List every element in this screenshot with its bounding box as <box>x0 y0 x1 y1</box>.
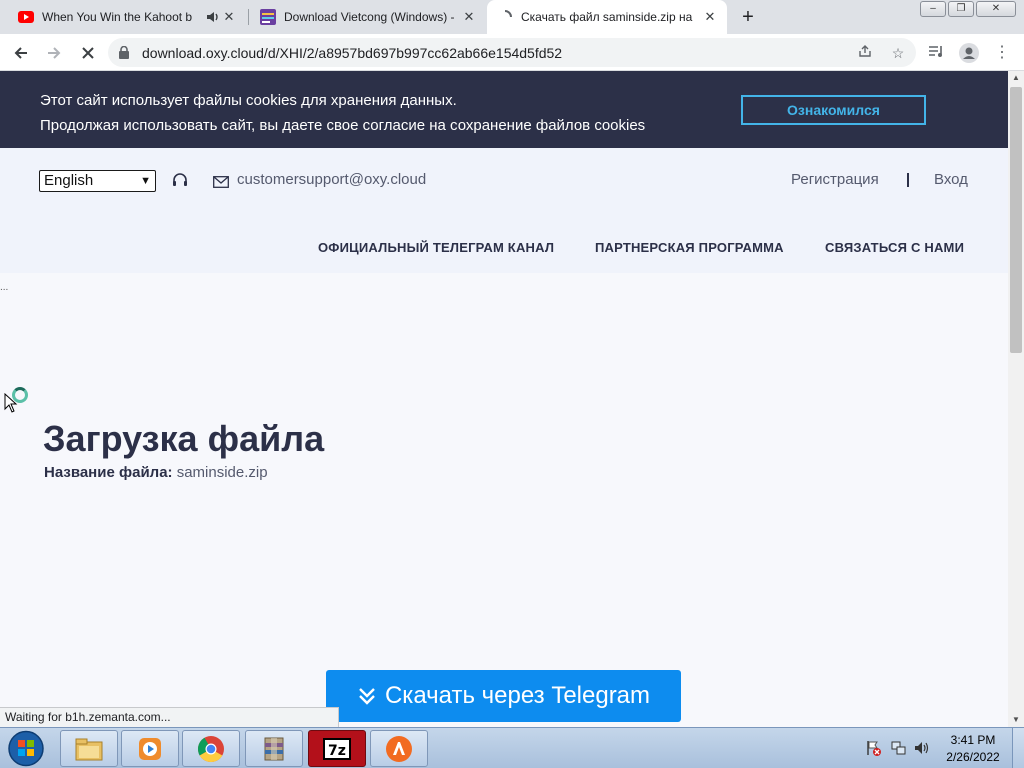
back-button[interactable] <box>9 41 33 65</box>
close-tab-icon[interactable]: ✕ <box>222 10 236 24</box>
language-select[interactable]: English ▼ <box>39 170 156 192</box>
nav-partner-program[interactable]: ПАРТНЕРСКАЯ ПРОГРАММА <box>595 240 784 255</box>
page-title: Загрузка файла <box>43 418 325 459</box>
browser-toolbar: download.oxy.cloud/d/XHI/2/a8957bd697b99… <box>0 34 1024 71</box>
loading-icon <box>497 9 513 25</box>
download-telegram-button[interactable]: Скачать через Telegram <box>326 670 681 722</box>
cookie-line-2: Продолжая использовать сайт, вы даете св… <box>40 117 646 134</box>
start-button[interactable] <box>3 729 51 768</box>
file-name-label: Название файла: <box>44 464 173 481</box>
bookmark-star-icon[interactable]: ☆ <box>888 43 908 63</box>
lock-icon[interactable] <box>118 45 130 59</box>
file-name-row: Название файла: saminside.zip <box>44 464 268 481</box>
share-icon[interactable] <box>855 43 875 63</box>
login-link[interactable]: Вход <box>934 171 968 188</box>
youtube-icon <box>18 9 34 25</box>
header-divider <box>907 173 909 187</box>
language-value: English <box>44 172 94 189</box>
action-center-flag-icon[interactable] <box>866 740 882 756</box>
taskbar-media-player[interactable] <box>121 730 179 767</box>
scroll-down-arrow-icon[interactable]: ▼ <box>1008 713 1024 727</box>
chrome-icon <box>197 735 224 762</box>
close-tab-icon[interactable]: ✕ <box>462 10 476 24</box>
winrar-icon <box>264 737 284 760</box>
site-icon <box>260 9 276 25</box>
download-telegram-label: Скачать через Telegram <box>384 682 651 709</box>
explorer-icon <box>75 738 103 760</box>
taskbar-7zip[interactable]: 7z <box>308 730 366 767</box>
address-bar[interactable]: download.oxy.cloud/d/XHI/2/a8957bd697b99… <box>108 38 916 67</box>
double-chevron-down-icon <box>359 688 375 705</box>
tab-title: Download Vietcong (Windows) - <box>284 10 455 24</box>
nav-telegram-channel[interactable]: ОФИЦИАЛЬНЫЙ ТЕЛЕГРАМ КАНАЛ <box>318 240 554 255</box>
windows-taskbar: 7z 3:41 PM 2/26/2022 <box>0 727 1024 768</box>
network-icon[interactable] <box>891 740 907 756</box>
tab-separator <box>248 9 249 25</box>
site-header: English ▼ customersupport@oxy.cloud Реги… <box>0 148 1008 273</box>
tab-vietcong[interactable]: Download Vietcong (Windows) - ✕ <box>250 0 486 34</box>
close-window-button[interactable]: ✕ <box>976 1 1016 17</box>
svg-text:7z: 7z <box>328 743 346 759</box>
clock-time: 3:41 PM <box>950 733 996 747</box>
ellipsis-text: ... <box>0 282 9 293</box>
taskbar-explorer[interactable] <box>60 730 118 767</box>
window-controls: – ❐ ✕ <box>918 1 1016 17</box>
tab-strip: When You Win the Kahoot b ✕ Download Vie… <box>0 0 1024 34</box>
taskbar-chrome[interactable] <box>182 730 240 767</box>
tab-active-download[interactable]: Скачать файл saminside.zip на C ✕ <box>487 0 727 34</box>
forward-button[interactable] <box>42 41 66 65</box>
media-control-icon[interactable] <box>926 43 946 63</box>
chevron-down-icon: ▼ <box>140 175 151 187</box>
mail-icon <box>213 175 229 188</box>
scroll-thumb[interactable] <box>1010 87 1022 353</box>
busy-spinner-icon <box>12 387 28 403</box>
taskbar-avast[interactable] <box>370 730 428 767</box>
avast-icon <box>386 735 412 762</box>
status-bubble: Waiting for b1h.zemanta.com... <box>0 707 339 727</box>
scroll-up-arrow-icon[interactable]: ▲ <box>1008 71 1024 85</box>
tab-kahoot[interactable]: When You Win the Kahoot b ✕ <box>8 0 246 34</box>
minimize-button[interactable]: – <box>920 1 946 17</box>
7zip-icon: 7z <box>323 737 351 760</box>
register-link[interactable]: Регистрация <box>791 171 879 188</box>
profile-avatar-icon[interactable] <box>959 43 979 63</box>
system-clock[interactable]: 3:41 PM 2/26/2022 <box>937 732 1009 766</box>
clock-date: 2/26/2022 <box>946 750 1000 764</box>
nav-contact-us[interactable]: СВЯЗАТЬСЯ С НАМИ <box>825 240 964 255</box>
headset-icon[interactable] <box>171 172 189 190</box>
cookie-banner: Этот сайт использует файлы cookies для х… <box>0 71 1008 148</box>
cookie-line-1: Этот сайт использует файлы cookies для х… <box>40 92 457 109</box>
new-tab-button[interactable]: + <box>737 6 759 28</box>
tab-title: Скачать файл saminside.zip на C <box>521 10 693 24</box>
file-name-value: saminside.zip <box>176 464 268 481</box>
menu-kebab-icon[interactable]: ⋮ <box>992 43 1012 63</box>
show-desktop-button[interactable] <box>1012 728 1024 768</box>
restore-button[interactable]: ❐ <box>948 1 974 17</box>
close-tab-icon[interactable]: ✕ <box>703 10 717 24</box>
speaker-icon[interactable] <box>206 10 220 24</box>
page-viewport: Этот сайт использует файлы cookies для х… <box>0 71 1008 727</box>
support-email-link[interactable]: customersupport@oxy.cloud <box>237 171 426 188</box>
tab-title: When You Win the Kahoot b <box>42 10 192 24</box>
media-player-icon <box>139 737 161 760</box>
cookie-text: Этот сайт использует файлы cookies для х… <box>40 88 645 138</box>
page-scrollbar[interactable]: ▲ ▼ <box>1008 71 1024 727</box>
cookie-accept-button[interactable]: Ознакомился <box>741 95 926 125</box>
volume-icon[interactable] <box>914 740 930 756</box>
url-text[interactable]: download.oxy.cloud/d/XHI/2/a8957bd697b99… <box>142 45 562 61</box>
stop-loading-button[interactable] <box>76 41 100 65</box>
taskbar-winrar[interactable] <box>245 730 303 767</box>
